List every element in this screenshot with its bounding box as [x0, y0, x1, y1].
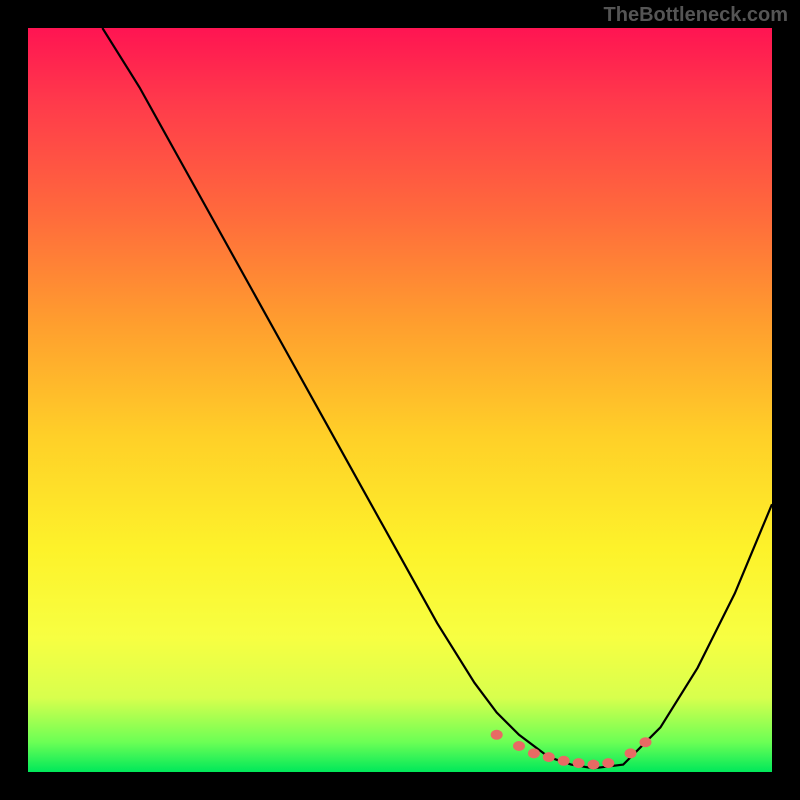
chart-svg	[28, 28, 772, 772]
marker-dot	[513, 741, 525, 751]
marker-dot	[587, 760, 599, 770]
marker-dot	[602, 758, 614, 768]
watermark-text: TheBottleneck.com	[604, 4, 788, 27]
marker-dot	[558, 756, 570, 766]
marker-dot	[573, 758, 585, 768]
plot-area	[28, 28, 772, 772]
marker-dot	[491, 730, 503, 740]
marker-dot	[625, 748, 637, 758]
marker-dot	[543, 752, 555, 762]
marker-dot	[528, 748, 540, 758]
bottleneck-curve	[102, 28, 772, 768]
marker-dot	[640, 737, 652, 747]
